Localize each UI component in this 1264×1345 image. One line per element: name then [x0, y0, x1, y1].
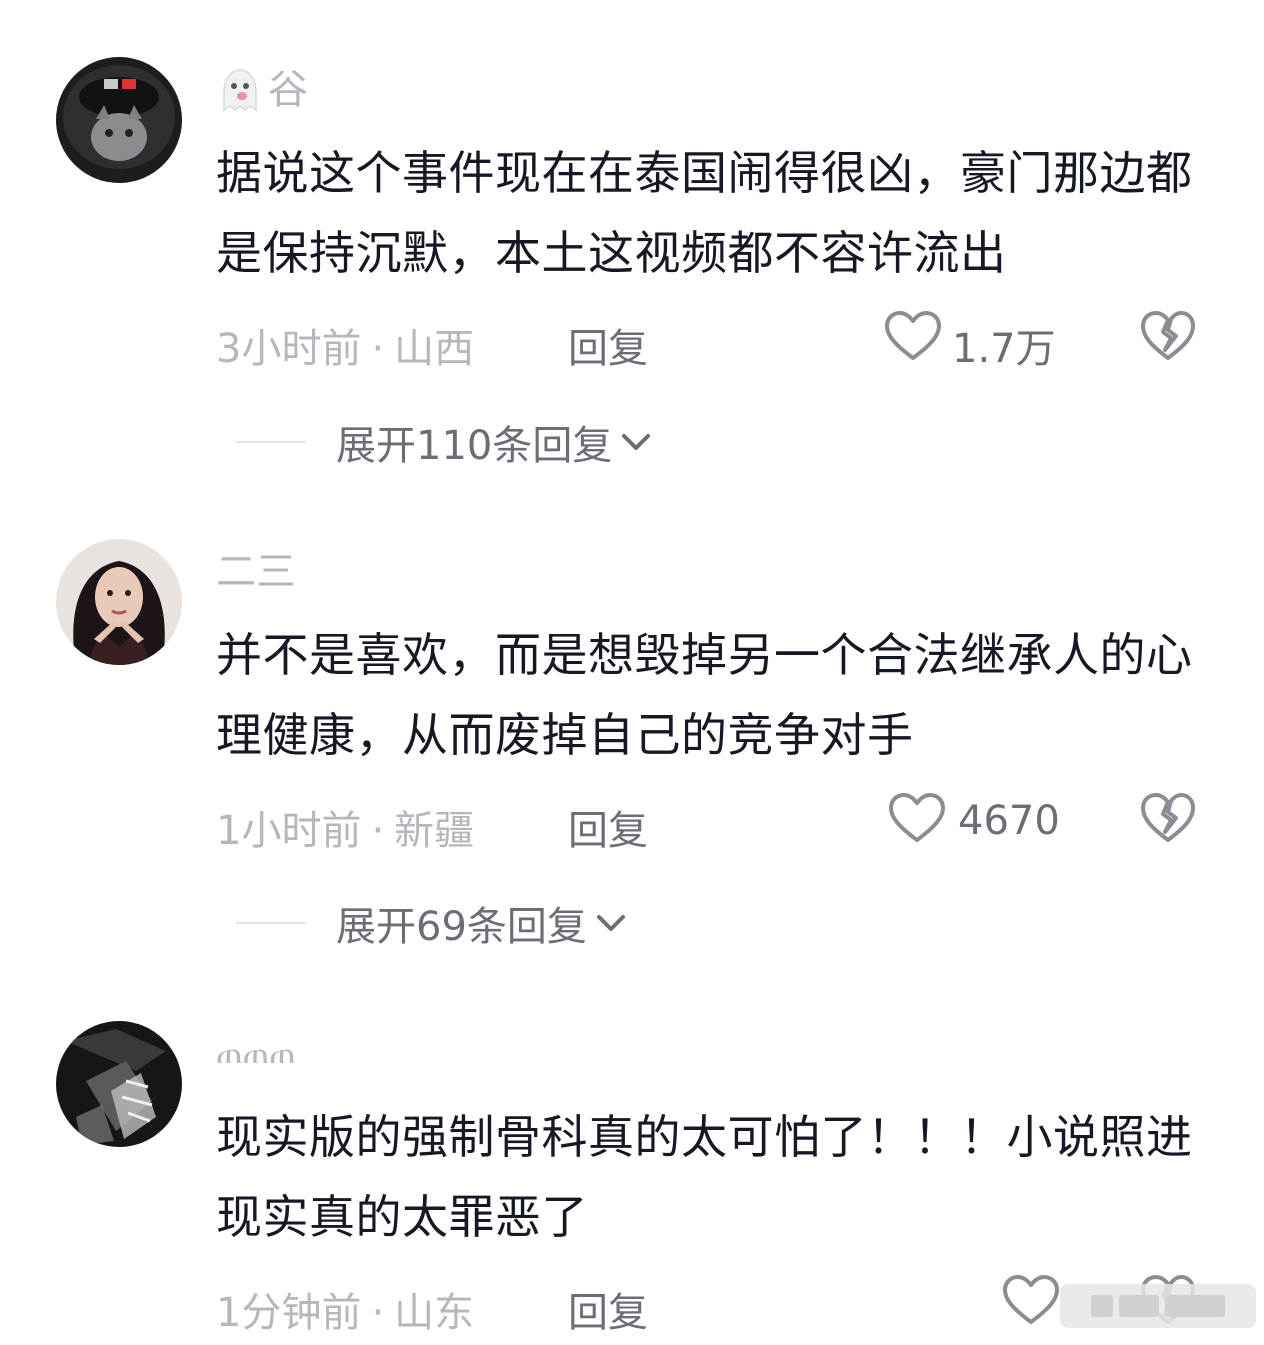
reply-button[interactable]: 回复 [568, 1280, 648, 1338]
watermark-logo-icon [1091, 1295, 1113, 1317]
time-location: 1小时前 · 新疆 [216, 798, 474, 856]
time-location: 1分钟前 · 山东 [216, 1280, 474, 1338]
comment-location: 山东 [394, 1290, 475, 1336]
broken-heart-icon[interactable] [1140, 310, 1196, 362]
watermark-block [1119, 1295, 1159, 1317]
divider [236, 441, 306, 443]
username-row: ጠጠጠ [216, 1022, 296, 1082]
comment-text: 并不是喜欢，而是想毁掉另一个合法继承人的心理健康，从而废掉自己的竞争对手 [216, 628, 1193, 762]
broken-heart-icon[interactable] [1140, 792, 1196, 844]
meta-separator: · [371, 326, 385, 372]
comment-location: 山西 [394, 326, 475, 372]
comment-location: 新疆 [394, 808, 475, 854]
expand-replies[interactable]: 展开69条回复 [236, 893, 629, 953]
expand-replies[interactable]: 展开110条回复 [236, 412, 654, 472]
watermark [1060, 1284, 1256, 1328]
meta-separator: · [371, 1290, 385, 1336]
watermark-block [1165, 1295, 1225, 1317]
comment-meta: 1小时前 · 新疆 回复 4670 [216, 790, 1206, 854]
avatar[interactable] [56, 1021, 182, 1147]
username-row: 谷 [216, 60, 308, 120]
chevron-down-icon [596, 915, 625, 931]
avatar[interactable] [56, 57, 182, 183]
heart-icon[interactable] [1002, 1274, 1060, 1326]
divider [236, 922, 306, 924]
like-count: 1.7万 [952, 326, 1056, 372]
comment-time: 1小时前 [216, 808, 362, 854]
username[interactable]: 二三 [216, 552, 296, 592]
comment-time: 3小时前 [216, 326, 362, 372]
avatar[interactable] [56, 539, 182, 665]
comment-meta: 3小时前 · 山西 回复 1.7万 [216, 308, 1206, 372]
reply-button[interactable]: 回复 [568, 798, 648, 856]
comment-meta: 1分钟前 · 山东 回复 [216, 1272, 1206, 1336]
comment-time: 1分钟前 [216, 1290, 362, 1336]
expand-replies-label[interactable]: 展开110条回复 [336, 413, 612, 471]
like-count: 4670 [958, 798, 1060, 844]
comment-text: 据说这个事件现在在泰国闹得很凶，豪门那边都是保持沉默，本土这视频都不容许流出 [216, 146, 1193, 280]
ghost-emoji-icon [223, 69, 257, 112]
comment-text: 现实版的强制骨科真的太可怕了！！！小说照进现实真的太罪恶了 [216, 1110, 1193, 1244]
meta-separator: · [371, 808, 385, 854]
heart-icon[interactable] [888, 792, 946, 844]
reply-button[interactable]: 回复 [568, 316, 648, 374]
username-row: 二三 [216, 542, 296, 602]
username[interactable]: ጠጠጠ [216, 1036, 296, 1068]
chevron-down-icon [622, 434, 651, 450]
time-location: 3小时前 · 山西 [216, 316, 474, 374]
heart-icon[interactable] [884, 310, 942, 362]
username[interactable]: 谷 [268, 70, 308, 110]
expand-replies-label[interactable]: 展开69条回复 [336, 894, 587, 952]
